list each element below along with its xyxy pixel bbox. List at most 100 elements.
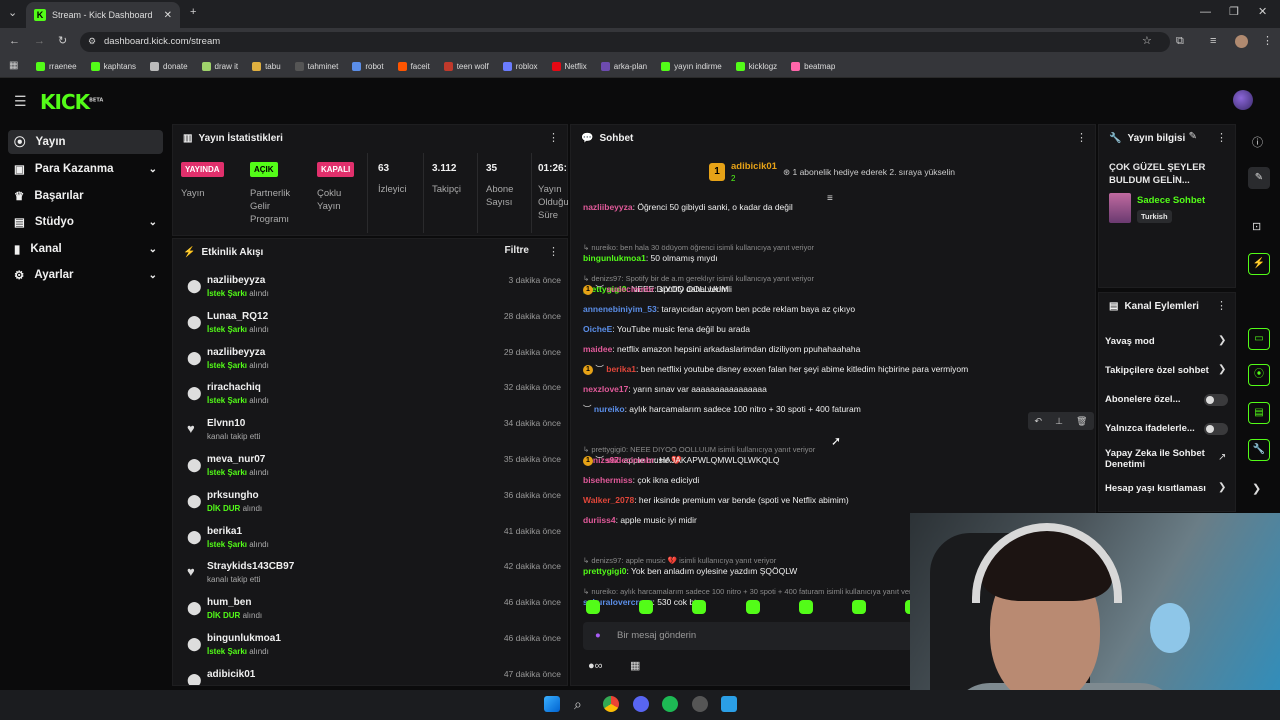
chat-username[interactable]: nexzlove17 bbox=[583, 384, 628, 394]
chat-input[interactable]: ● Bir mesaj gönderin bbox=[583, 622, 913, 650]
bookmark-item[interactable]: donate bbox=[150, 62, 188, 71]
chat-username[interactable]: duriiss4 bbox=[583, 515, 616, 525]
discord-taskbar-icon[interactable] bbox=[633, 696, 649, 712]
bookmark-item[interactable]: kaphtans bbox=[90, 62, 136, 71]
chat-username[interactable]: bisehermiss bbox=[583, 475, 633, 485]
emotes-only-toggle[interactable] bbox=[1204, 423, 1228, 435]
emote-icon[interactable] bbox=[746, 600, 760, 614]
stats-menu-icon[interactable]: ⋮ bbox=[548, 131, 559, 144]
sidebar-item-para-kazanma[interactable]: ▣ Para Kazanma ⌄ bbox=[8, 157, 163, 181]
apps-grid-icon[interactable]: ▦ bbox=[9, 61, 18, 71]
close-tab-icon[interactable]: ✕ bbox=[164, 10, 172, 21]
external-link-icon[interactable]: ↗ bbox=[1218, 452, 1226, 463]
users-icon[interactable]: ●∞ bbox=[588, 660, 603, 672]
activity-username[interactable]: adibicik01 bbox=[207, 669, 255, 680]
layout-icon[interactable]: ▤ bbox=[1248, 402, 1270, 424]
chat-username[interactable]: bingunlukmoa1 bbox=[583, 253, 646, 263]
chat-username[interactable]: sudecimnbr bbox=[606, 284, 654, 294]
activity-username[interactable]: bingunlukmoa1 bbox=[207, 633, 281, 644]
store-icon[interactable]: ▦ bbox=[630, 659, 640, 672]
ai-moderation-label[interactable]: Yapay Zeka ile Sohbet Denetimi bbox=[1105, 448, 1215, 470]
delete-icon[interactable]: 🗑 bbox=[1076, 416, 1087, 427]
back-icon[interactable]: ← bbox=[9, 36, 20, 47]
activity-username[interactable]: Straykids143CB97 bbox=[207, 561, 294, 572]
chat-username[interactable]: Walker_2078 bbox=[583, 495, 634, 505]
user-avatar[interactable] bbox=[1233, 90, 1253, 110]
category-link[interactable]: Sadece Sohbet bbox=[1137, 195, 1205, 206]
channel-actions-menu-icon[interactable]: ⋮ bbox=[1216, 299, 1227, 312]
chevron-right-icon[interactable]: ❯ bbox=[1218, 335, 1226, 346]
forward-icon[interactable]: → bbox=[34, 36, 45, 47]
spotify-taskbar-icon[interactable] bbox=[662, 696, 678, 712]
sidebar-item-basarilar[interactable]: ♛ Başarılar bbox=[8, 184, 163, 208]
flash-icon[interactable]: ⚡ bbox=[1248, 253, 1270, 275]
followers-only-label[interactable]: Takipçilere özel sohbet bbox=[1105, 365, 1209, 376]
chat-username[interactable]: maidee bbox=[583, 344, 612, 354]
browser-tab[interactable]: K Stream - Kick Dashboard ✕ bbox=[26, 2, 180, 28]
bookmark-item[interactable]: yayın indirme bbox=[661, 62, 722, 71]
chat-menu-icon[interactable]: ⋮ bbox=[1076, 131, 1087, 144]
chat-username[interactable]: annenebiniyim_53 bbox=[583, 304, 657, 314]
chat-username[interactable]: berika1 bbox=[606, 364, 636, 374]
bookmark-item[interactable]: faceit bbox=[397, 62, 430, 71]
maximize-icon[interactable]: ❐ bbox=[1229, 7, 1239, 18]
tools-icon[interactable]: 🔧 bbox=[1248, 439, 1270, 461]
gift-prompt[interactable]: ⊛ 1 abonelik hediye ederek 2. sıraya yük… bbox=[783, 167, 955, 178]
bookmark-item[interactable]: teen wolf bbox=[443, 62, 489, 71]
sidebar-item-ayarlar[interactable]: ⚙ Ayarlar ⌄ bbox=[8, 263, 163, 287]
mic-icon[interactable]: ● bbox=[595, 622, 601, 650]
bookmark-star-icon[interactable]: ☆ bbox=[1142, 36, 1152, 47]
bookmark-item[interactable]: tabu bbox=[252, 62, 281, 71]
extensions-icon[interactable]: ⧉ bbox=[1176, 36, 1184, 47]
activity-username[interactable]: berika1 bbox=[207, 526, 242, 537]
subs-only-toggle[interactable] bbox=[1204, 394, 1228, 406]
chat-toggle-icon[interactable]: ▭ bbox=[1248, 328, 1270, 350]
sidebar-item-studyo[interactable]: ▤ Stüdyo ⌄ bbox=[8, 210, 163, 234]
edit-icon[interactable]: ✎ bbox=[1189, 131, 1197, 142]
obs-taskbar-icon[interactable] bbox=[692, 696, 708, 712]
app-taskbar-icon[interactable] bbox=[721, 696, 737, 712]
emote-icon[interactable] bbox=[852, 600, 866, 614]
taskbar-search-icon[interactable]: ⌕ bbox=[574, 697, 582, 711]
minimize-icon[interactable]: — bbox=[1200, 7, 1211, 18]
chat-username[interactable]: sudecimnbr bbox=[606, 455, 654, 465]
activity-username[interactable]: Elvnn10 bbox=[207, 418, 245, 429]
activity-username[interactable]: rirachachiq bbox=[207, 382, 261, 393]
broadcast-toggle-icon[interactable]: ⦿ bbox=[1248, 364, 1270, 386]
bookmark-item[interactable]: draw it bbox=[201, 62, 238, 71]
pin-icon[interactable]: ⊥ bbox=[1055, 416, 1063, 427]
sidebar-item-kanal[interactable]: ▮ Kanal ⌄ bbox=[8, 237, 163, 261]
chat-username[interactable]: OicheE bbox=[583, 324, 612, 334]
category-thumbnail[interactable] bbox=[1109, 193, 1131, 223]
bookmark-item[interactable]: arka-plan bbox=[600, 62, 647, 71]
emote-icon[interactable] bbox=[639, 600, 653, 614]
site-info-icon[interactable]: ⚙ bbox=[88, 37, 96, 46]
windows-start-icon[interactable] bbox=[544, 696, 560, 712]
sidebar-item-yayin[interactable]: ⦿ Yayın bbox=[8, 130, 163, 154]
chat-username[interactable]: prettygigi0 bbox=[583, 566, 626, 576]
new-tab-icon[interactable]: + bbox=[190, 7, 196, 18]
activity-username[interactable]: hum_ben bbox=[207, 597, 251, 608]
collapse-icon[interactable]: ❯ bbox=[1252, 482, 1261, 495]
activity-username[interactable]: nazliibeyyza bbox=[207, 347, 265, 358]
activity-menu-icon[interactable]: ⋮ bbox=[548, 245, 559, 258]
reply-icon[interactable]: ↶ bbox=[1035, 416, 1043, 427]
chrome-taskbar-icon[interactable] bbox=[603, 696, 619, 712]
emote-icon[interactable] bbox=[692, 600, 706, 614]
chevron-right-icon[interactable]: ❯ bbox=[1218, 482, 1226, 493]
emote-icon[interactable] bbox=[799, 600, 813, 614]
capture-icon[interactable]: ⊡ bbox=[1252, 220, 1261, 233]
browser-menu-icon[interactable]: ⋮ bbox=[1262, 36, 1273, 47]
hamburger-menu-icon[interactable]: ☰ bbox=[14, 94, 27, 108]
bookmark-item[interactable]: kicklogz bbox=[735, 62, 777, 71]
bookmark-item[interactable]: robot bbox=[352, 62, 384, 71]
emote-icon[interactable] bbox=[586, 600, 600, 614]
chat-username[interactable]: nazliibeyyza bbox=[583, 202, 633, 212]
chevron-right-icon[interactable]: ❯ bbox=[1218, 364, 1226, 375]
account-age-label[interactable]: Hesap yaşı kısıtlaması bbox=[1105, 483, 1206, 494]
activity-username[interactable]: nazliibeyyza bbox=[207, 275, 265, 286]
filter-button[interactable]: Filtre bbox=[505, 245, 529, 256]
bookmark-item[interactable]: beatmap bbox=[791, 62, 835, 71]
tab-search-icon[interactable]: ⌄ bbox=[8, 8, 17, 19]
bookmark-item[interactable]: Netflix bbox=[551, 62, 587, 71]
